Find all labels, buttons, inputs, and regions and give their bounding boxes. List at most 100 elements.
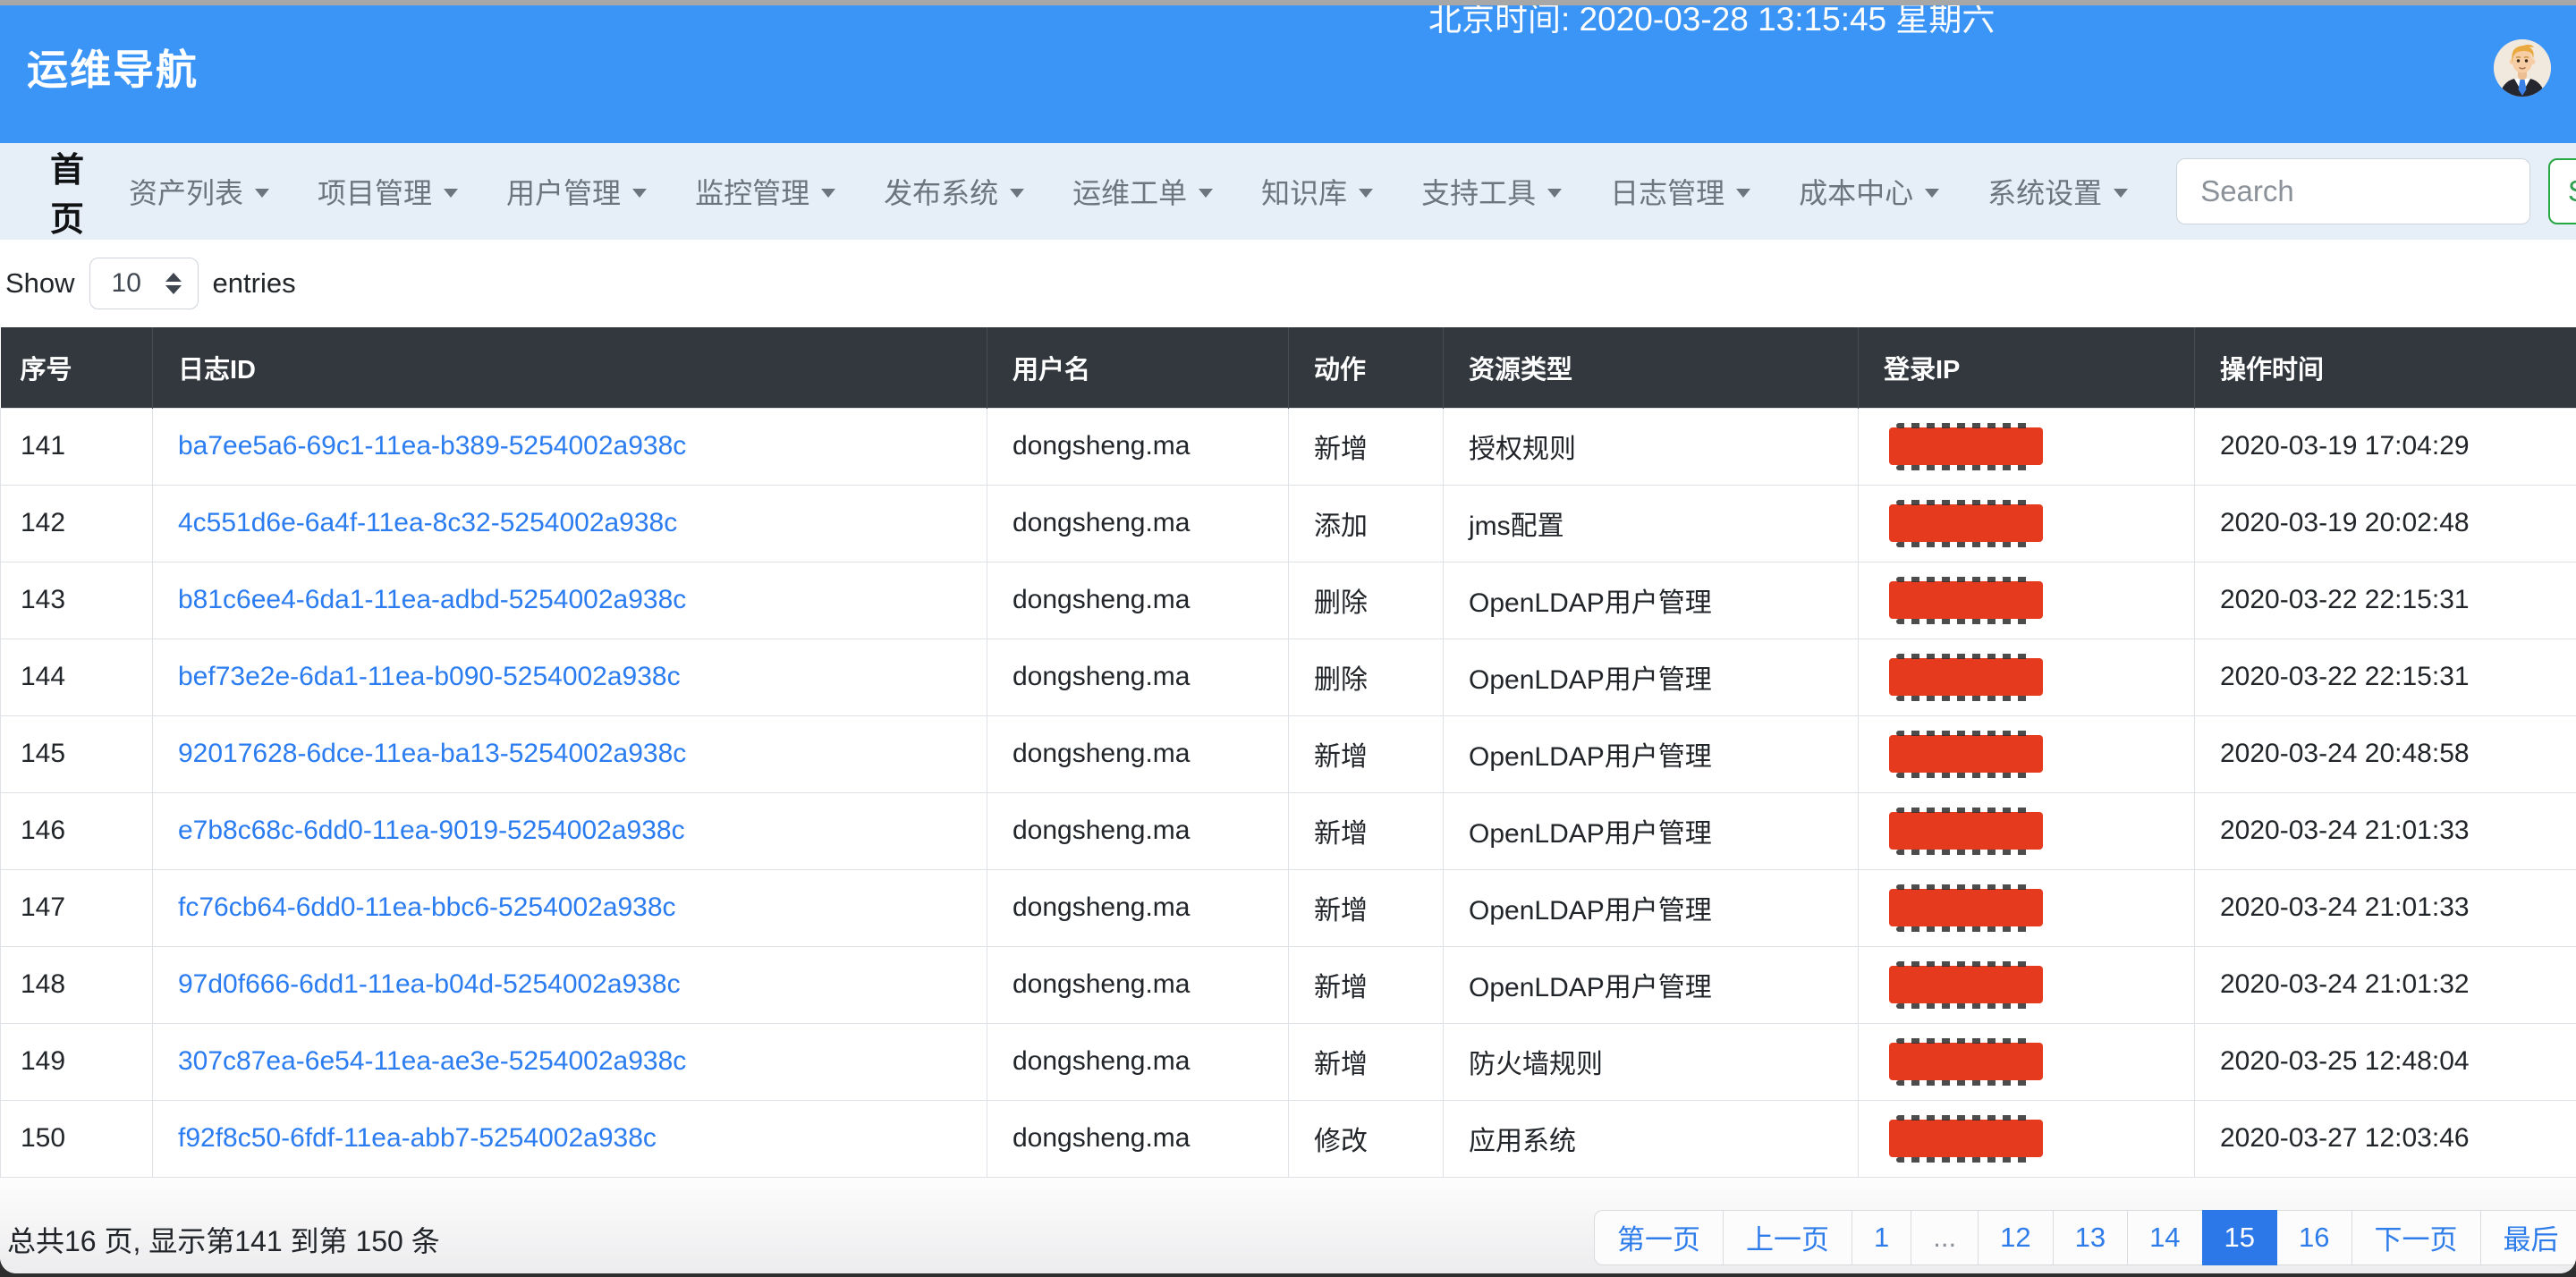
nav-search-area: Search <box>2176 158 2576 224</box>
log-id-link[interactable]: f92f8c50-6fdf-11ea-abb7-5254002a938c <box>153 1100 987 1177</box>
nav-item-release[interactable]: 发布系统 <box>884 171 1024 212</box>
cell-operation-time: 2020-03-19 20:02:48 <box>2195 485 2576 562</box>
pagination-last-page[interactable]: 最后 <box>2480 1210 2576 1265</box>
cell-username: dongsheng.ma <box>987 1100 1289 1177</box>
cell-operation-time: 2020-03-24 21:01:32 <box>2195 946 2576 1023</box>
col-header-login-ip: 登录IP <box>1859 327 2195 408</box>
chevron-down-icon <box>2114 189 2128 198</box>
cell-resource-type: OpenLDAP用户管理 <box>1444 946 1859 1023</box>
log-id-link[interactable]: 92017628-6dce-11ea-ba13-5254002a938c <box>153 715 987 792</box>
nav-item-log-management[interactable]: 日志管理 <box>1610 171 1750 212</box>
cell-resource-type: OpenLDAP用户管理 <box>1444 792 1859 869</box>
log-id-link[interactable]: 97d0f666-6dd1-11ea-b04d-5254002a938c <box>153 946 987 1023</box>
page-size-select[interactable]: 10 <box>89 258 199 309</box>
log-id-link[interactable]: fc76cb64-6dd0-11ea-bbc6-5254002a938c <box>153 869 987 946</box>
pagination-prev-page[interactable]: 上一页 <box>1723 1210 1852 1265</box>
cell-action: 新增 <box>1289 792 1444 869</box>
nav-item-label: 监控管理 <box>695 171 809 212</box>
table-footer: 总共16 页, 显示第141 到第 150 条 第一页 上一页 1 ... 12… <box>0 1178 2576 1274</box>
redacted-ip <box>1889 1120 2043 1157</box>
cell-action: 添加 <box>1289 485 1444 562</box>
chevron-down-icon <box>1199 189 1213 198</box>
pagination-page-15-active[interactable]: 15 <box>2202 1210 2277 1265</box>
nav-item-label: 资产列表 <box>129 171 243 212</box>
table-row: 149 307c87ea-6e54-11ea-ae3e-5254002a938c… <box>1 1023 2576 1100</box>
cell-username: dongsheng.ma <box>987 638 1289 715</box>
chevron-down-icon <box>444 189 458 198</box>
redacted-ip <box>1889 581 2043 619</box>
col-header-action: 动作 <box>1289 327 1444 408</box>
cell-username: dongsheng.ma <box>987 869 1289 946</box>
table-row: 142 4c551d6e-6a4f-11ea-8c32-5254002a938c… <box>1 485 2576 562</box>
pagination-page-16[interactable]: 16 <box>2276 1210 2351 1265</box>
cell-index: 147 <box>1 869 153 946</box>
log-id-link[interactable]: bef73e2e-6da1-11ea-b090-5254002a938c <box>153 638 987 715</box>
table-row: 145 92017628-6dce-11ea-ba13-5254002a938c… <box>1 715 2576 792</box>
cell-index: 144 <box>1 638 153 715</box>
redacted-ip <box>1889 812 2043 850</box>
search-input[interactable] <box>2176 158 2530 224</box>
chevron-down-icon <box>632 189 647 198</box>
cell-username: dongsheng.ma <box>987 715 1289 792</box>
cell-action: 新增 <box>1289 408 1444 485</box>
nav-item-home[interactable]: 首页 <box>50 142 84 241</box>
cell-operation-time: 2020-03-27 12:03:46 <box>2195 1100 2576 1177</box>
cell-index: 148 <box>1 946 153 1023</box>
log-id-link[interactable]: b81c6ee4-6da1-11ea-adbd-5254002a938c <box>153 562 987 638</box>
nav-item-label: 知识库 <box>1261 171 1347 212</box>
cell-username: dongsheng.ma <box>987 485 1289 562</box>
pagination-first-page[interactable]: 第一页 <box>1594 1210 1724 1265</box>
search-button[interactable]: Search <box>2548 158 2576 224</box>
nav-item-system-settings[interactable]: 系统设置 <box>1987 171 2128 212</box>
cell-index: 146 <box>1 792 153 869</box>
nav-item-monitoring[interactable]: 监控管理 <box>695 171 835 212</box>
cell-operation-time: 2020-03-19 17:04:29 <box>2195 408 2576 485</box>
nav-item-assets[interactable]: 资产列表 <box>129 171 269 212</box>
app-title: 运维导航 <box>27 38 199 97</box>
log-id-link[interactable]: ba7ee5a6-69c1-11ea-b389-5254002a938c <box>153 408 987 485</box>
nav-item-label: 发布系统 <box>884 171 998 212</box>
log-id-link[interactable]: 4c551d6e-6a4f-11ea-8c32-5254002a938c <box>153 485 987 562</box>
cell-index: 141 <box>1 408 153 485</box>
main-nav: 首页 资产列表 项目管理 用户管理 监控管理 发布系统 运维工单 知识库 支持工… <box>0 143 2576 240</box>
log-id-link[interactable]: 307c87ea-6e54-11ea-ae3e-5254002a938c <box>153 1023 987 1100</box>
audit-log-table: 序号 日志ID 用户名 动作 资源类型 登录IP 操作时间 141 ba7ee5… <box>0 327 2576 1178</box>
nav-item-label: 日志管理 <box>1610 171 1724 212</box>
user-avatar[interactable] <box>2494 39 2551 97</box>
nav-item-tickets[interactable]: 运维工单 <box>1072 171 1213 212</box>
cell-operation-time: 2020-03-24 20:48:58 <box>2195 715 2576 792</box>
cell-index: 143 <box>1 562 153 638</box>
cell-resource-type: OpenLDAP用户管理 <box>1444 715 1859 792</box>
nav-item-knowledge-base[interactable]: 知识库 <box>1261 171 1373 212</box>
redacted-ip <box>1889 966 2043 1003</box>
pagination-page-1[interactable]: 1 <box>1852 1210 1911 1265</box>
cell-resource-type: 应用系统 <box>1444 1100 1859 1177</box>
nav-item-label: 运维工单 <box>1072 171 1187 212</box>
pagination-page-12[interactable]: 12 <box>1978 1210 2053 1265</box>
cell-resource-type: jms配置 <box>1444 485 1859 562</box>
avatar-man-icon <box>2494 39 2551 97</box>
app-header: 运维导航 北京时间: 2020-03-28 13:15:45 星期六 <box>0 5 2576 143</box>
cell-resource-type: OpenLDAP用户管理 <box>1444 869 1859 946</box>
entries-label: entries <box>213 267 296 300</box>
chevron-down-icon <box>1359 189 1373 198</box>
page-size-value: 10 <box>112 268 141 299</box>
nav-item-cost-center[interactable]: 成本中心 <box>1799 171 1939 212</box>
table-row: 143 b81c6ee4-6da1-11ea-adbd-5254002a938c… <box>1 562 2576 638</box>
cell-action: 修改 <box>1289 1100 1444 1177</box>
pagination-page-13[interactable]: 13 <box>2053 1210 2128 1265</box>
nav-item-label: 成本中心 <box>1799 171 1913 212</box>
cell-action: 删除 <box>1289 562 1444 638</box>
log-id-link[interactable]: e7b8c68c-6dd0-11ea-9019-5254002a938c <box>153 792 987 869</box>
cell-index: 145 <box>1 715 153 792</box>
col-header-operation-time: 操作时间 <box>2195 327 2576 408</box>
nav-item-support-tools[interactable]: 支持工具 <box>1421 171 1562 212</box>
nav-item-projects[interactable]: 项目管理 <box>318 171 458 212</box>
show-label: Show <box>5 267 75 300</box>
pagination-page-14[interactable]: 14 <box>2127 1210 2202 1265</box>
table-row: 146 e7b8c68c-6dd0-11ea-9019-5254002a938c… <box>1 792 2576 869</box>
pagination-next-page[interactable]: 下一页 <box>2351 1210 2481 1265</box>
table-row: 141 ba7ee5a6-69c1-11ea-b389-5254002a938c… <box>1 408 2576 485</box>
redacted-ip <box>1889 735 2043 773</box>
nav-item-users[interactable]: 用户管理 <box>506 171 647 212</box>
